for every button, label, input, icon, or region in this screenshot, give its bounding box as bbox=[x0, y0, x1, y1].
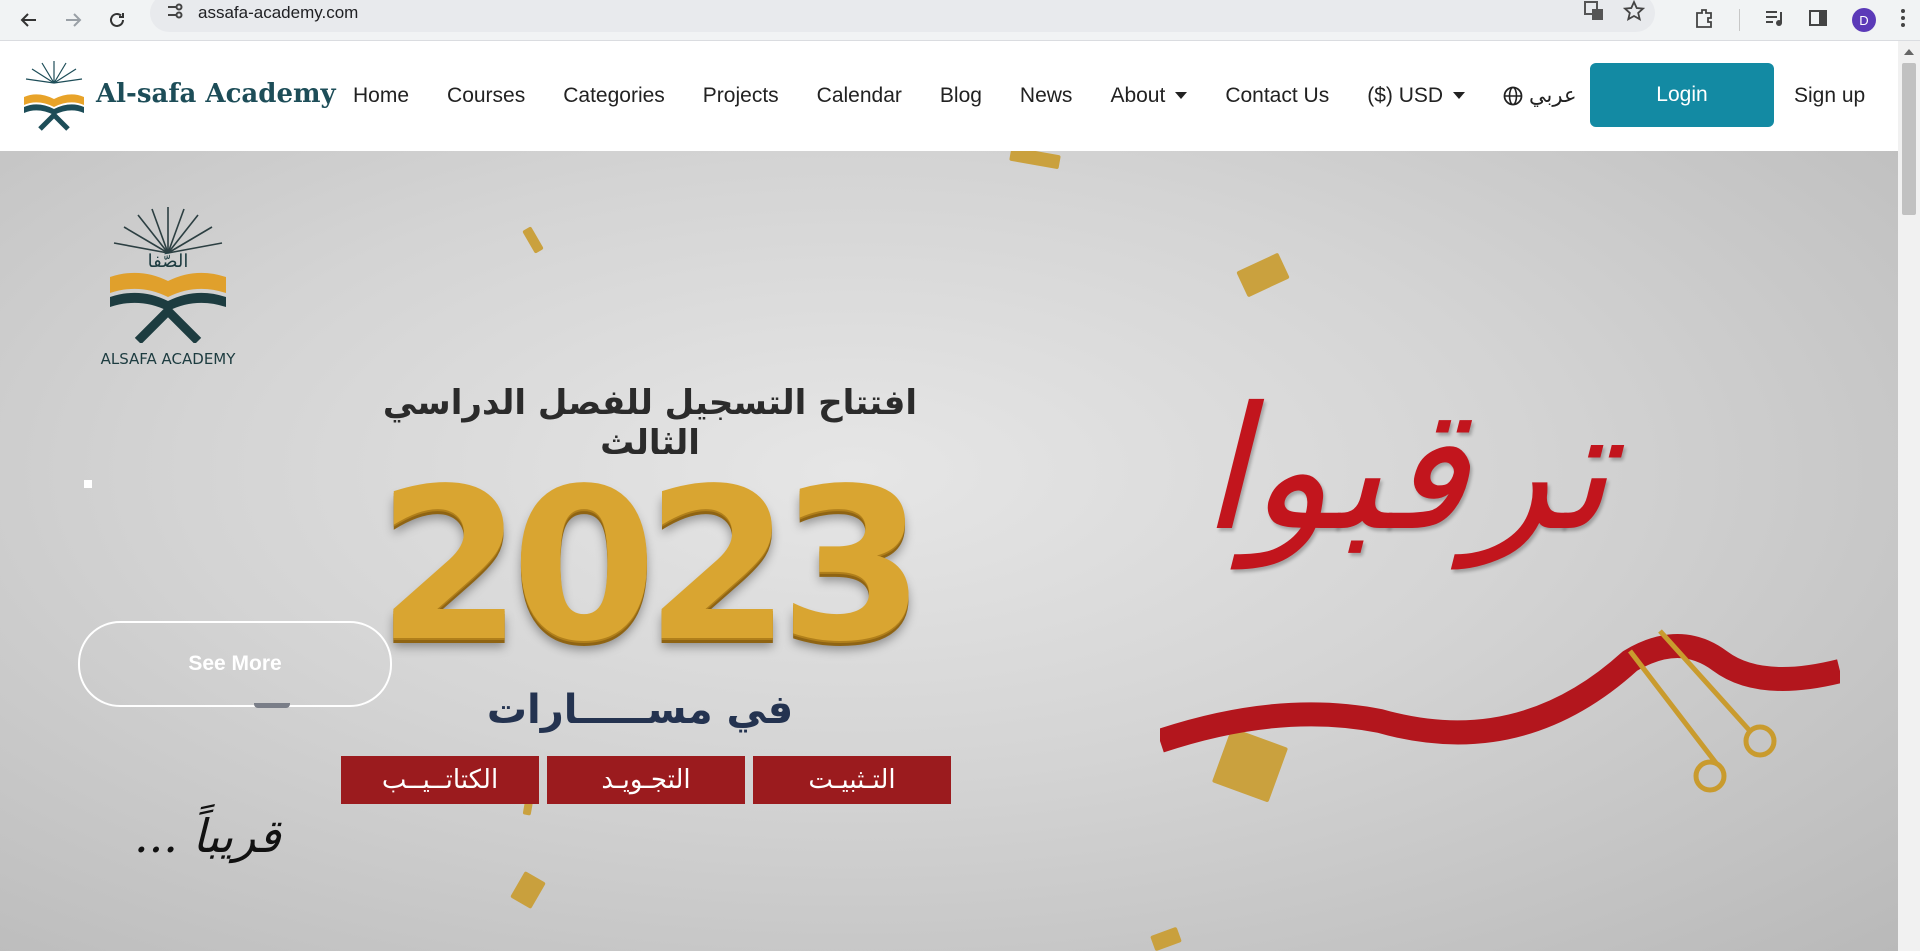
nav-courses[interactable]: Courses bbox=[447, 84, 525, 108]
track-tag: التـثبيـت bbox=[753, 756, 951, 804]
profile-avatar[interactable]: D bbox=[1852, 8, 1876, 32]
toolbar-separator bbox=[1739, 9, 1740, 31]
chevron-down-icon bbox=[1453, 92, 1466, 99]
track-tags: الكتاتــيــب التجـويـد التـثبيـت bbox=[341, 756, 951, 804]
nav-blog[interactable]: Blog bbox=[940, 84, 982, 108]
media-control-icon[interactable] bbox=[1764, 8, 1784, 33]
main-nav: Home Courses Categories Projects Calenda… bbox=[353, 41, 1577, 150]
signup-link[interactable]: Sign up bbox=[1794, 41, 1865, 150]
scroll-up-icon[interactable] bbox=[1904, 49, 1914, 55]
language-label: عربي bbox=[1529, 84, 1577, 107]
bookmark-star-icon[interactable] bbox=[1622, 0, 1646, 27]
nav-projects[interactable]: Projects bbox=[703, 84, 779, 108]
site-logo[interactable]: Al-safa Academy bbox=[18, 57, 336, 131]
reload-icon[interactable] bbox=[98, 1, 136, 39]
site-info-icon[interactable] bbox=[166, 3, 184, 24]
slide-indicator[interactable] bbox=[84, 480, 92, 488]
currency-selector[interactable]: ($) USD bbox=[1367, 83, 1466, 108]
language-switch[interactable]: عربي bbox=[1503, 83, 1577, 108]
confetti-decoration bbox=[1150, 926, 1182, 951]
translate-icon[interactable] bbox=[1583, 0, 1605, 27]
button-underline bbox=[254, 703, 290, 708]
hero-logo-caption: ALSAFA ACADEMY bbox=[100, 350, 236, 368]
confetti-decoration bbox=[1009, 151, 1061, 170]
url-text[interactable]: assafa-academy.com bbox=[198, 3, 358, 23]
nav-home[interactable]: Home bbox=[353, 84, 409, 108]
scrollbar-thumb[interactable] bbox=[1902, 63, 1916, 215]
globe-icon bbox=[1503, 86, 1523, 105]
track-tag: الكتاتــيــب bbox=[341, 756, 539, 804]
see-more-button[interactable]: See More bbox=[78, 621, 392, 707]
extensions-icon[interactable] bbox=[1693, 7, 1715, 34]
hero-banner: الصَّفا ALSAFA ACADEMY افتتاح التسجيل لل… bbox=[0, 151, 1898, 951]
browser-toolbar: assafa-academy.com D bbox=[0, 0, 1920, 41]
currency-label: ($) USD bbox=[1367, 83, 1444, 107]
nav-news[interactable]: News bbox=[1020, 84, 1073, 108]
confetti-decoration bbox=[522, 226, 544, 254]
nav-about-label: About bbox=[1110, 83, 1166, 107]
chevron-down-icon bbox=[1175, 92, 1188, 99]
site-header: Al-safa Academy Home Courses Categories … bbox=[0, 41, 1898, 150]
confetti-decoration bbox=[510, 871, 546, 909]
nav-about[interactable]: About bbox=[1110, 83, 1188, 108]
track-tag: التجـويـد bbox=[547, 756, 745, 804]
confetti-decoration bbox=[1236, 252, 1290, 298]
year-graphic: 2023 bbox=[376, 443, 925, 688]
scissors-icon bbox=[1743, 724, 1777, 758]
svg-text:الصَّفا: الصَّفا bbox=[148, 251, 189, 272]
address-bar[interactable]: assafa-academy.com bbox=[150, 0, 1655, 32]
hero-logo: الصَّفا ALSAFA ACADEMY bbox=[100, 203, 236, 368]
tracks-subtitle: في مســـــارات bbox=[486, 687, 794, 733]
stay-tuned-calligraphy: ترقبوا bbox=[1200, 371, 1610, 569]
academy-logo-icon: الصَّفا bbox=[110, 207, 226, 345]
menu-kebab-icon[interactable] bbox=[1900, 8, 1906, 33]
login-button[interactable]: Login bbox=[1590, 63, 1774, 127]
nav-categories[interactable]: Categories bbox=[563, 84, 665, 108]
page-scrollbar[interactable] bbox=[1898, 41, 1920, 951]
coming-soon-text: قريباً ... bbox=[134, 809, 281, 863]
back-icon[interactable] bbox=[10, 1, 48, 39]
academy-logo-icon bbox=[24, 61, 84, 131]
nav-calendar[interactable]: Calendar bbox=[817, 84, 902, 108]
side-panel-icon[interactable] bbox=[1808, 8, 1828, 33]
brand-name: Al-safa Academy bbox=[96, 79, 336, 109]
forward-icon[interactable] bbox=[54, 1, 92, 39]
nav-contact[interactable]: Contact Us bbox=[1225, 84, 1329, 108]
